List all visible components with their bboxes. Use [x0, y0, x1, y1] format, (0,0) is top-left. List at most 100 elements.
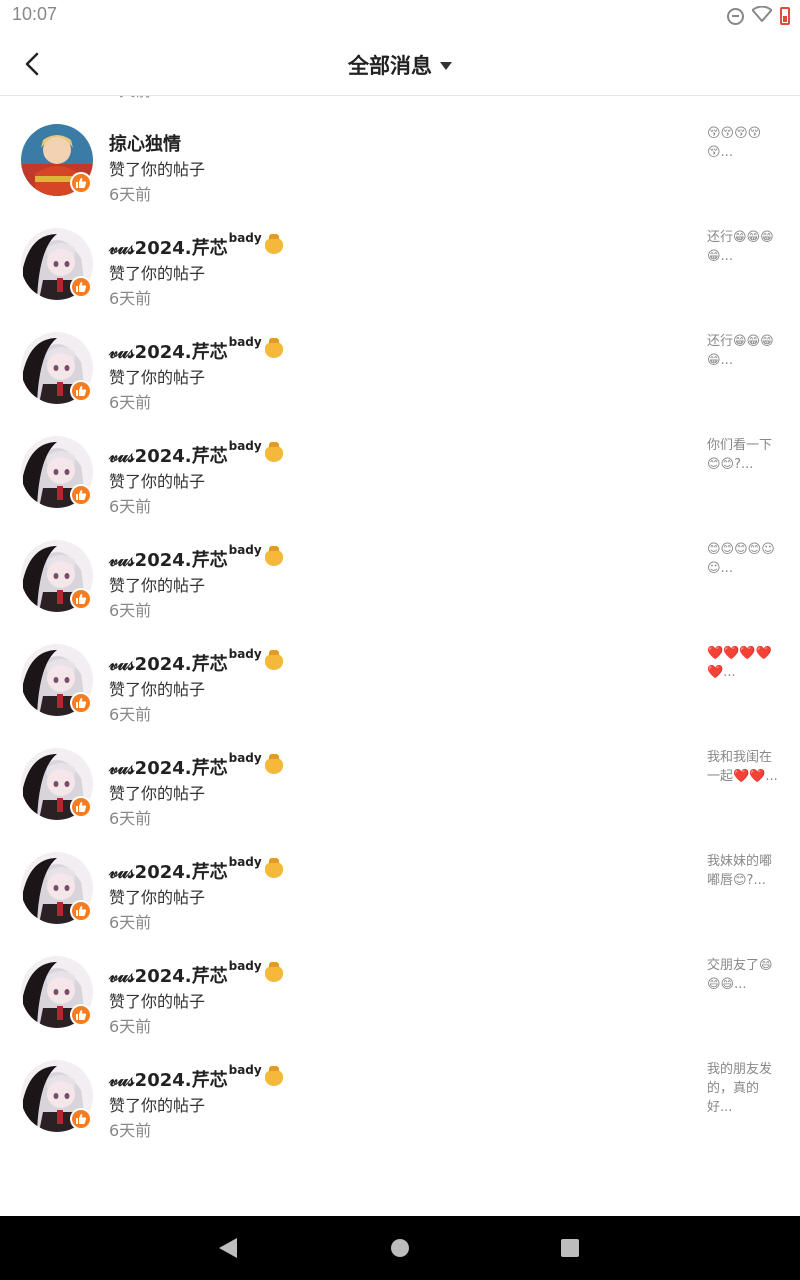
user-name-suffix: bady	[228, 647, 262, 661]
action-text: 赞了你的帖子	[109, 264, 206, 283]
user-name-text: 𝓋𝓊𝓈2024.芹芯	[109, 1070, 228, 1091]
action-text: 赞了你的帖子	[109, 368, 206, 387]
post-snippet[interactable]: 还行😁😁😁😁...	[707, 228, 783, 266]
post-snippet[interactable]: 交朋友了😄😄😄...	[707, 956, 783, 994]
thumbs-up-icon	[70, 172, 92, 194]
timestamp: 6天前	[109, 809, 152, 828]
thumbs-up-icon	[70, 588, 92, 610]
nav-recent-icon[interactable]	[561, 1239, 579, 1257]
message-list-item[interactable]: 𝓋𝓊𝓈2024.芹芯 bady 赞了你的帖子 6天前 我妹妹的嘟嘟唇😊?...	[0, 832, 800, 936]
action-text: 赞了你的帖子	[109, 160, 206, 179]
honey-jar-icon	[264, 1066, 283, 1086]
honey-jar-icon	[264, 754, 283, 774]
thumbs-up-icon	[70, 900, 92, 922]
status-icons	[727, 5, 790, 26]
message-list[interactable]: 赞了你的帖子6天前😚... 掠心独情赞了你的帖子 6天前 😚😚😚😚😚... 𝓋𝓊𝓈202…	[0, 96, 800, 1216]
message-list-item[interactable]: 𝓋𝓊𝓈2024.芹芯 bady 赞了你的帖子 6天前 我和我闺在一起❤️❤️...	[0, 728, 800, 832]
post-snippet[interactable]: 😊😊😊😊☺☺...	[707, 540, 783, 578]
message-list-item[interactable]: 𝓋𝓊𝓈2024.芹芯 bady 赞了你的帖子 6天前 ❤️❤️❤️❤️❤️...	[0, 624, 800, 728]
battery-low-icon	[780, 7, 790, 25]
timestamp: 6天前	[109, 393, 152, 412]
user-name-text: 𝓋𝓊𝓈2024.芹芯	[109, 966, 228, 987]
message-list-item[interactable]: 𝓋𝓊𝓈2024.芹芯 bady 赞了你的帖子 6天前 还行😁😁😁😁...	[0, 208, 800, 312]
user-name-text: 掠心独情	[109, 134, 181, 155]
honey-jar-icon	[264, 962, 283, 982]
action-text: 赞了你的帖子	[109, 888, 206, 907]
honey-jar-icon	[264, 858, 283, 878]
user-name-suffix: bady	[228, 439, 262, 453]
post-snippet[interactable]: 还行😁😁😁😁...	[707, 332, 783, 370]
timestamp: 6天前	[109, 96, 151, 101]
post-snippet[interactable]: 你们看一下😊😊?...	[707, 436, 783, 474]
user-name-suffix: bady	[228, 231, 262, 245]
user-name[interactable]: 𝓋𝓊𝓈2024.芹芯 bady	[109, 231, 283, 260]
nav-back-icon[interactable]	[219, 1238, 237, 1258]
user-name-text: 𝓋𝓊𝓈2024.芹芯	[109, 238, 228, 259]
message-filter-dropdown[interactable]: 全部消息	[0, 50, 800, 80]
user-name-suffix: bady	[228, 959, 262, 973]
timestamp: 6天前	[109, 289, 152, 308]
user-name-suffix: bady	[228, 1063, 262, 1077]
user-name-text: 𝓋𝓊𝓈2024.芹芯	[109, 446, 228, 467]
timestamp: 6天前	[109, 185, 152, 204]
post-snippet[interactable]: 我和我闺在一起❤️❤️...	[707, 748, 783, 786]
thumbs-up-icon	[70, 380, 92, 402]
user-name[interactable]: 𝓋𝓊𝓈2024.芹芯 bady	[109, 439, 283, 468]
honey-jar-icon	[264, 234, 283, 254]
action-text: 赞了你的帖子	[109, 1096, 206, 1115]
user-name-suffix: bady	[228, 335, 262, 349]
thumbs-up-icon	[70, 796, 92, 818]
action-text: 赞了你的帖子	[109, 680, 206, 699]
user-name[interactable]: 𝓋𝓊𝓈2024.芹芯 bady	[109, 1063, 283, 1092]
timestamp: 6天前	[109, 705, 152, 724]
post-snippet[interactable]: 我妹妹的嘟嘟唇😊?...	[707, 852, 783, 890]
timestamp: 6天前	[109, 913, 152, 932]
honey-jar-icon	[264, 546, 283, 566]
page-title: 全部消息	[348, 54, 432, 78]
message-list-item[interactable]: 𝓋𝓊𝓈2024.芹芯 bady 赞了你的帖子 6天前 交朋友了😄😄😄...	[0, 936, 800, 1040]
header: 全部消息	[0, 32, 800, 96]
message-list-item[interactable]: 𝓋𝓊𝓈2024.芹芯 bady 赞了你的帖子 6天前 还行😁😁😁😁...	[0, 312, 800, 416]
message-list-item[interactable]: 𝓋𝓊𝓈2024.芹芯 bady 赞了你的帖子 6天前 我的朋友发的，真的好...	[0, 1040, 800, 1144]
user-name[interactable]: 掠心独情	[109, 130, 182, 156]
user-name[interactable]: 𝓋𝓊𝓈2024.芹芯 bady	[109, 335, 283, 364]
message-list-item[interactable]: 赞了你的帖子6天前😚...	[0, 96, 800, 104]
user-name[interactable]: 𝓋𝓊𝓈2024.芹芯 bady	[109, 647, 283, 676]
post-snippet[interactable]: 😚😚😚😚😚...	[707, 124, 783, 162]
action-text: 赞了你的帖子	[109, 472, 206, 491]
nav-home-icon[interactable]	[391, 1239, 409, 1257]
post-snippet[interactable]: ❤️❤️❤️❤️❤️...	[707, 644, 783, 682]
action-text: 赞了你的帖子	[109, 784, 206, 803]
user-name[interactable]: 𝓋𝓊𝓈2024.芹芯 bady	[109, 751, 283, 780]
wifi-icon	[751, 5, 773, 26]
message-list-item[interactable]: 掠心独情赞了你的帖子 6天前 😚😚😚😚😚...	[0, 104, 800, 208]
honey-jar-icon	[264, 338, 283, 358]
user-name-text: 𝓋𝓊𝓈2024.芹芯	[109, 550, 228, 571]
action-text: 赞了你的帖子	[109, 576, 206, 595]
user-name-suffix: bady	[228, 855, 262, 869]
caret-down-icon	[440, 62, 452, 70]
user-name-text: 𝓋𝓊𝓈2024.芹芯	[109, 862, 228, 883]
message-list-item[interactable]: 𝓋𝓊𝓈2024.芹芯 bady 赞了你的帖子 6天前 你们看一下😊😊?...	[0, 416, 800, 520]
post-snippet[interactable]: 我的朋友发的，真的好...	[707, 1060, 783, 1117]
thumbs-up-icon	[70, 1108, 92, 1130]
user-name[interactable]: 𝓋𝓊𝓈2024.芹芯 bady	[109, 959, 283, 988]
timestamp: 6天前	[109, 601, 152, 620]
timestamp: 6天前	[109, 1121, 152, 1140]
status-bar: 10:07	[0, 0, 800, 32]
honey-jar-icon	[264, 650, 283, 670]
user-name-text: 𝓋𝓊𝓈2024.芹芯	[109, 758, 228, 779]
system-nav-bar	[0, 1216, 800, 1280]
do-not-disturb-icon	[727, 7, 744, 25]
message-list-item[interactable]: 𝓋𝓊𝓈2024.芹芯 bady 赞了你的帖子 6天前 😊😊😊😊☺☺...	[0, 520, 800, 624]
user-name-suffix: bady	[228, 543, 262, 557]
user-name-text: 𝓋𝓊𝓈2024.芹芯	[109, 342, 228, 363]
user-name[interactable]: 𝓋𝓊𝓈2024.芹芯 bady	[109, 855, 283, 884]
user-name-suffix: bady	[228, 751, 262, 765]
timestamp: 6天前	[109, 497, 152, 516]
user-name[interactable]: 𝓋𝓊𝓈2024.芹芯 bady	[109, 543, 283, 572]
thumbs-up-icon	[70, 276, 92, 298]
user-name-text: 𝓋𝓊𝓈2024.芹芯	[109, 654, 228, 675]
thumbs-up-icon	[70, 1004, 92, 1026]
honey-jar-icon	[264, 442, 283, 462]
